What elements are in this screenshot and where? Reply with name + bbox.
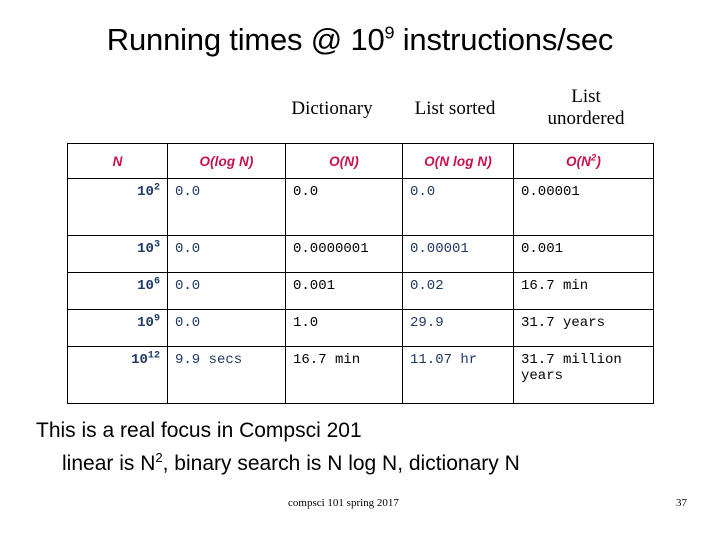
cell-n-log-n: 0.00001 (402, 235, 514, 273)
cell-n-log-n: 11.07 hr (402, 346, 514, 404)
cell-n-base: 10 (137, 278, 154, 294)
cell-n-exponent: 9 (153, 313, 160, 325)
table-row: 1012 9.9 secs 16.7 min 11.07 hr 31.7 mil… (67, 346, 654, 404)
cell-log-n: 0.0 (167, 272, 286, 310)
caption-list-unordered: List unordered (519, 86, 653, 130)
page-title-suffix: instructions/sec (394, 22, 614, 57)
caption-list-unordered-line2: unordered (547, 107, 625, 129)
cell-n-squared: 16.7 min (513, 272, 654, 310)
cell-n-value: 103 (67, 235, 168, 273)
body-line-2-suffix: , binary search is N log N, dictionary N (162, 452, 520, 475)
cell-log-n: 0.0 (167, 235, 286, 273)
cell-n-log-n: 0.02 (402, 272, 514, 310)
body-line-2-prefix: linear is N (62, 452, 156, 475)
cell-n-base: 10 (137, 241, 154, 257)
cell-n-value: 1012 (67, 346, 168, 404)
cell-n-value: 106 (67, 272, 168, 310)
table-header-row: N O(log N) O(N) O(N log N) O(N2) (67, 143, 654, 179)
cell-n-base: 10 (131, 352, 148, 368)
cell-n: 0.0000001 (285, 235, 403, 273)
table-row: 103 0.0 0.0000001 0.00001 0.001 (67, 235, 654, 273)
cell-n-value: 109 (67, 309, 168, 347)
cell-n-base: 10 (137, 184, 154, 200)
slide-canvas: Running times @ 109 instructions/sec Dic… (0, 0, 720, 540)
table-row: 102 0.0 0.0 0.0 0.00001 (67, 178, 654, 236)
cell-n: 1.0 (285, 309, 403, 347)
cell-n-exponent: 12 (147, 350, 160, 362)
column-header-n: O(N) (285, 143, 403, 179)
cell-n-squared: 31.7 years (513, 309, 654, 347)
column-header-n-log-n: O(N log N) (402, 143, 514, 179)
caption-list-unordered-line1: List (571, 86, 601, 107)
column-header-n-squared-prefix: O(N (565, 153, 592, 169)
cell-n: 0.0 (285, 178, 403, 236)
cell-n-value: 102 (67, 178, 168, 236)
column-header-n-squared-suffix: ) (596, 153, 601, 169)
cell-n-squared: 0.001 (513, 235, 654, 273)
table-row: 106 0.0 0.001 0.02 16.7 min (67, 272, 654, 310)
column-header-n: N (67, 143, 168, 179)
cell-n-squared: 0.00001 (513, 178, 654, 236)
page-title-exponent: 9 (384, 22, 395, 43)
body-text-line-2: linear is N2, binary search is N log N, … (62, 450, 520, 476)
column-header-log-n: O(log N) (167, 143, 286, 179)
cell-n-base: 10 (137, 315, 154, 331)
page-title-prefix: Running times @ 10 (106, 22, 385, 57)
body-line-2-exponent: 2 (155, 450, 163, 465)
cell-n-log-n: 29.9 (402, 309, 514, 347)
caption-dictionary: Dictionary (291, 98, 373, 119)
footer-course-label: compsci 101 spring 2017 (288, 497, 399, 509)
body-text-line-1: This is a real focus in Compsci 201 (36, 419, 362, 442)
page-title: Running times @ 109 instructions/sec (0, 22, 720, 58)
cell-log-n: 9.9 secs (167, 346, 286, 404)
cell-log-n: 0.0 (167, 178, 286, 236)
cell-n-exponent: 6 (153, 276, 160, 288)
caption-list-sorted: List sorted (414, 98, 496, 119)
table-column-captions: Dictionary List sorted List unordered (67, 86, 653, 138)
running-times-table: N O(log N) O(N) O(N log N) O(N2) 102 0.0… (67, 143, 654, 404)
column-header-n-squared: O(N2) (513, 143, 654, 179)
table-row: 109 0.0 1.0 29.9 31.7 years (67, 309, 654, 347)
cell-log-n: 0.0 (167, 309, 286, 347)
cell-n-squared: 31.7 million years (513, 346, 654, 404)
cell-n: 16.7 min (285, 346, 403, 404)
footer-page-number: 37 (676, 497, 687, 509)
cell-n: 0.001 (285, 272, 403, 310)
cell-n-exponent: 2 (153, 182, 160, 194)
cell-n-exponent: 3 (153, 239, 160, 251)
cell-n-log-n: 0.0 (402, 178, 514, 236)
